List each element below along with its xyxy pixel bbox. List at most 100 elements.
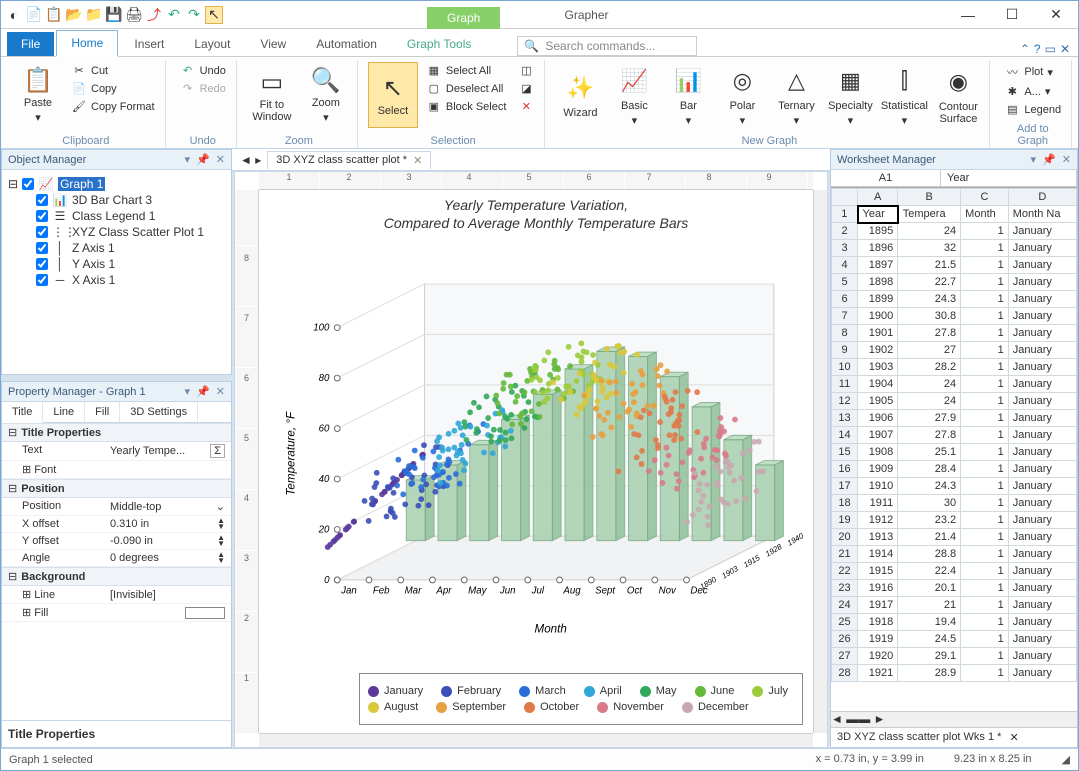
cell[interactable]: 1916 <box>858 580 898 597</box>
cell[interactable]: 24.5 <box>898 631 961 648</box>
tree-root-check[interactable] <box>22 178 34 190</box>
cell[interactable]: 25.1 <box>898 444 961 461</box>
fit-window-button[interactable]: ▭Fit to Window <box>247 62 297 128</box>
row-header[interactable]: 17 <box>832 478 858 495</box>
prop-tab-fill[interactable]: Fill <box>85 402 120 422</box>
cell[interactable]: 1 <box>961 240 1009 257</box>
worksheet-tab[interactable]: 3D XYZ class scatter plot Wks 1 * <box>837 731 1001 744</box>
cell[interactable]: 1913 <box>858 529 898 546</box>
sel-opt2-icon[interactable]: ◪ <box>514 80 538 97</box>
ws-opts-icon[interactable]: ▾ <box>1031 153 1037 166</box>
cell[interactable]: 1898 <box>858 274 898 291</box>
prop-section[interactable]: ⊟ Title Properties <box>2 423 231 442</box>
cell[interactable]: 32 <box>898 240 961 257</box>
search-commands-input[interactable]: 🔍 Search commands... <box>517 36 697 56</box>
cell[interactable]: 1 <box>961 325 1009 342</box>
tab-automation[interactable]: Automation <box>302 32 391 56</box>
prop-tab-title[interactable]: Title <box>2 402 43 423</box>
cell[interactable]: January <box>1008 427 1076 444</box>
cell[interactable]: 24.3 <box>898 478 961 495</box>
cell[interactable]: 1907 <box>858 427 898 444</box>
cell[interactable]: 1920 <box>858 648 898 665</box>
worksheet-grid[interactable]: ABCD1YearTemperaMonthMonth Na21895241Jan… <box>831 187 1077 711</box>
ribbon-min-icon[interactable]: ⌃ <box>1020 42 1030 56</box>
prop-section[interactable]: ⊟ Background <box>2 567 231 586</box>
cell[interactable]: 1921 <box>858 665 898 682</box>
copy-button[interactable]: 📄Copy <box>67 80 159 97</box>
row-header[interactable]: 20 <box>832 529 858 546</box>
tree-root[interactable]: ⊟📈Graph 1 <box>8 176 225 192</box>
object-tree[interactable]: ⊟📈Graph 1 📊3D Bar Chart 3☰Class Legend 1… <box>2 170 231 294</box>
cell[interactable]: January <box>1008 597 1076 614</box>
cell[interactable]: 1904 <box>858 376 898 393</box>
cell[interactable]: 1 <box>961 359 1009 376</box>
cell[interactable]: 28.4 <box>898 461 961 478</box>
ref-cell[interactable]: A1 <box>831 170 941 186</box>
cell[interactable]: January <box>1008 291 1076 308</box>
cell[interactable]: 28.2 <box>898 359 961 376</box>
canvas-scroll-h[interactable] <box>259 733 813 747</box>
prop-section[interactable]: ⊟ Position <box>2 479 231 498</box>
cell[interactable]: 24 <box>898 376 961 393</box>
cell[interactable]: 1 <box>961 580 1009 597</box>
cell[interactable]: January <box>1008 274 1076 291</box>
cell[interactable]: 1 <box>961 308 1009 325</box>
ws-pin-icon[interactable]: 📌 <box>1042 153 1056 166</box>
tree-check[interactable] <box>36 194 48 206</box>
cell[interactable]: January <box>1008 342 1076 359</box>
cell[interactable]: Month <box>961 206 1009 223</box>
cell[interactable]: January <box>1008 665 1076 682</box>
pm-opts-icon[interactable]: ▾ <box>185 385 191 398</box>
cell[interactable]: 24 <box>898 223 961 240</box>
cell[interactable]: 1 <box>961 495 1009 512</box>
cell[interactable]: January <box>1008 631 1076 648</box>
row-header[interactable]: 15 <box>832 444 858 461</box>
col-header[interactable]: D <box>1008 189 1076 206</box>
row-header[interactable]: 5 <box>832 274 858 291</box>
cell[interactable]: 1896 <box>858 240 898 257</box>
cell[interactable]: January <box>1008 240 1076 257</box>
polar-button[interactable]: ◎Polar▾ <box>717 62 767 128</box>
cell[interactable]: January <box>1008 359 1076 376</box>
row-header[interactable]: 9 <box>832 342 858 359</box>
help-q-icon[interactable]: ? <box>1034 42 1041 56</box>
close-child-icon[interactable]: ✕ <box>1060 42 1070 56</box>
window-minimize-button[interactable]: — <box>946 1 990 29</box>
legend-item[interactable]: June <box>695 685 735 697</box>
cell[interactable]: 1903 <box>858 359 898 376</box>
cell[interactable]: 1 <box>961 478 1009 495</box>
cell[interactable]: 1912 <box>858 512 898 529</box>
cell[interactable]: 1899 <box>858 291 898 308</box>
qat-print-icon[interactable]: 🖨 <box>125 6 143 24</box>
cell[interactable]: Month Na <box>1008 206 1076 223</box>
tab-view[interactable]: View <box>246 32 300 56</box>
cell[interactable]: January <box>1008 308 1076 325</box>
cell[interactable]: 1 <box>961 529 1009 546</box>
legend-item[interactable]: October <box>524 701 579 713</box>
cell[interactable]: 1 <box>961 274 1009 291</box>
basic-button[interactable]: 📈Basic▾ <box>609 62 659 128</box>
pm-close-icon[interactable]: ✕ <box>216 385 225 398</box>
legend-item[interactable]: July <box>752 685 788 697</box>
tree-check[interactable] <box>36 258 48 270</box>
row-header[interactable]: 27 <box>832 648 858 665</box>
cell[interactable]: 19.4 <box>898 614 961 631</box>
col-header[interactable]: B <box>898 189 961 206</box>
cell[interactable]: January <box>1008 529 1076 546</box>
status-resize-icon[interactable]: ◢ <box>1062 753 1070 766</box>
qat-undo-icon[interactable]: ↶ <box>165 6 183 24</box>
row-header[interactable]: 18 <box>832 495 858 512</box>
col-header[interactable]: A <box>858 189 898 206</box>
row-header[interactable]: 24 <box>832 597 858 614</box>
statistical-button[interactable]: ⫿Statistical▾ <box>879 62 929 128</box>
cell[interactable]: 1909 <box>858 461 898 478</box>
tree-item[interactable]: │Z Axis 1 <box>36 240 225 256</box>
cell[interactable]: January <box>1008 461 1076 478</box>
cell[interactable]: 28.8 <box>898 546 961 563</box>
row-header[interactable]: 14 <box>832 427 858 444</box>
cell[interactable]: 23.2 <box>898 512 961 529</box>
tab-layout[interactable]: Layout <box>180 32 244 56</box>
cell[interactable]: 1 <box>961 546 1009 563</box>
cell[interactable]: January <box>1008 444 1076 461</box>
qat-select-icon[interactable]: ↖ <box>205 6 223 24</box>
